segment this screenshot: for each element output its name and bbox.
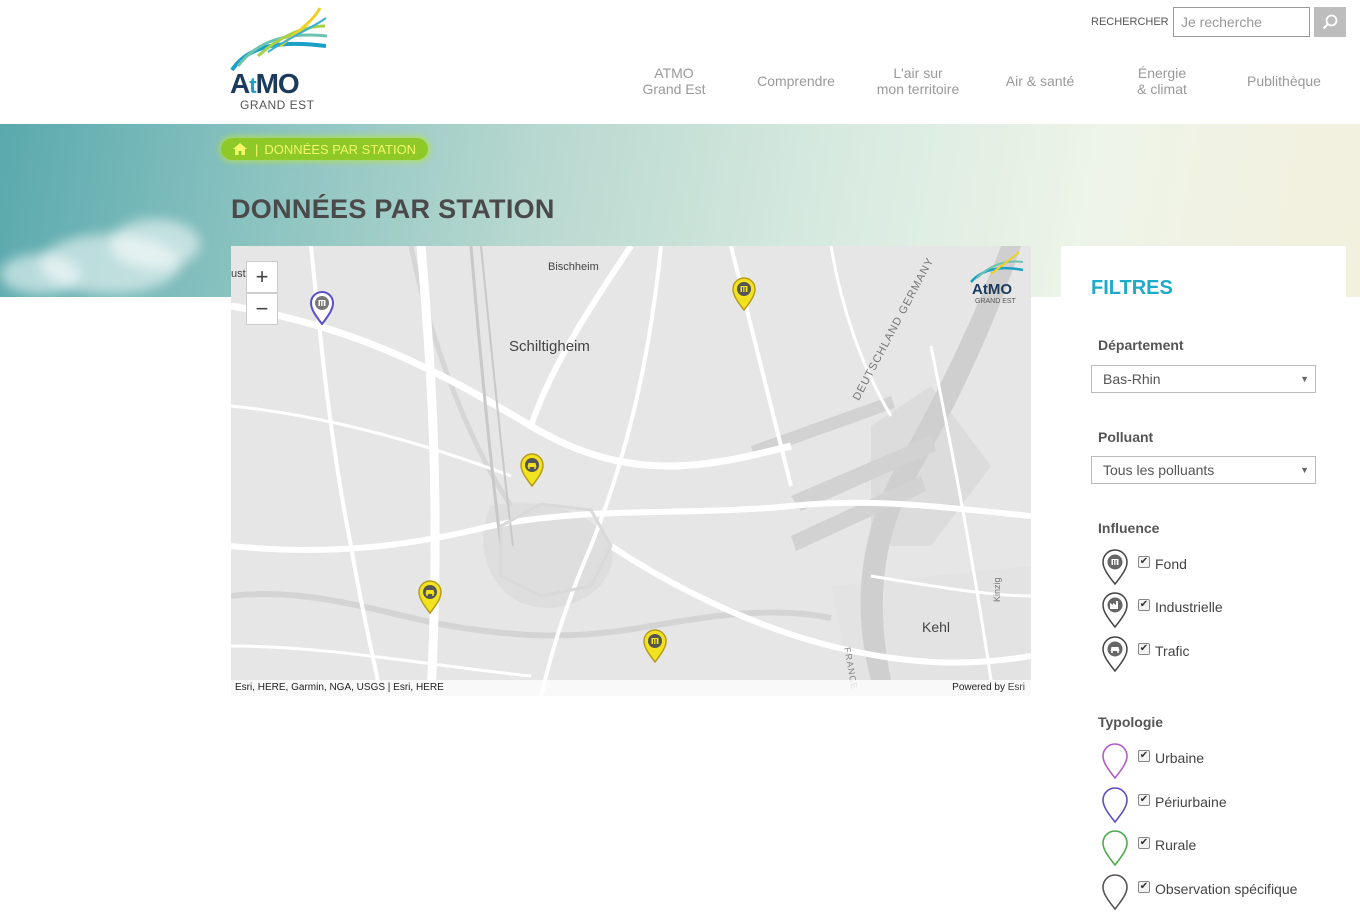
dropdown-arrow-icon: ▼ (1300, 374, 1309, 384)
car-pin-icon (1102, 636, 1128, 672)
station-pin-trafic-1[interactable] (519, 453, 545, 487)
station-pin-fond-1[interactable] (731, 277, 757, 311)
search-input[interactable] (1173, 7, 1310, 37)
zoom-in-button[interactable]: + (246, 261, 278, 293)
nav-air-territoire[interactable]: L'air sur mon territoire (868, 64, 968, 98)
station-pin-trafic-2[interactable] (417, 580, 443, 614)
departement-label: Département (1098, 337, 1184, 353)
search-label: RECHERCHER (1091, 16, 1169, 28)
typologie-observation-checkbox[interactable]: ✔ (1138, 881, 1150, 893)
dropdown-arrow-icon: ▼ (1300, 465, 1309, 475)
map-label-kehl: Kehl (922, 619, 951, 635)
departement-select[interactable]: Bas-Rhin ▼ (1091, 365, 1316, 393)
station-pin-fond-2[interactable] (642, 629, 668, 663)
site-header: AtMO GRAND EST RECHERCHER ATMOGrand Est … (0, 0, 1360, 124)
filters-panel: FILTRES Département Bas-Rhin ▼ Polluant … (1061, 246, 1346, 920)
building-pin-icon (1102, 549, 1128, 585)
map-pin-icon (1102, 743, 1128, 779)
nav-comprendre[interactable]: Comprendre (746, 64, 846, 98)
factory-pin-icon (1102, 592, 1128, 628)
nav-energie-climat[interactable]: Énergie & climat (1112, 64, 1212, 98)
influence-label: Influence (1098, 520, 1160, 536)
nav-atmo[interactable]: ATMO Grand Est (624, 64, 724, 98)
map-attribution: Esri, HERE, Garmin, NGA, USGS | Esri, HE… (231, 680, 1031, 696)
influence-fond-checkbox[interactable]: ✔ (1138, 556, 1150, 568)
influence-industrielle-checkbox[interactable]: ✔ (1138, 599, 1150, 611)
nav-publitheque[interactable]: Publithèque (1234, 64, 1334, 98)
typologie-periurbaine: ✔ Périurbaine (1101, 787, 1341, 823)
zoom-out-button[interactable]: − (246, 293, 278, 325)
typologie-urbaine-checkbox[interactable]: ✔ (1138, 750, 1150, 762)
map-basemap (231, 246, 1031, 696)
esri-link[interactable]: Esri (1008, 682, 1025, 693)
typologie-periurbaine-checkbox[interactable]: ✔ (1138, 794, 1150, 806)
logo-waves-icon (230, 7, 328, 72)
typologie-urbaine: ✔ Urbaine (1101, 743, 1341, 779)
polluant-label: Polluant (1098, 429, 1154, 445)
map-pin-icon (1102, 787, 1128, 823)
map-atmo-logo: AtMO GRAND EST (969, 250, 1025, 308)
home-icon[interactable] (233, 143, 247, 155)
typologie-rurale-checkbox[interactable]: ✔ (1138, 837, 1150, 849)
typologie-rurale: ✔ Rurale (1101, 830, 1341, 866)
station-pin-fond-periurbaine[interactable] (309, 291, 335, 325)
map-pin-icon (1102, 830, 1128, 866)
map-label-schiltigheim: Schiltigheim (509, 338, 590, 355)
map-pin-icon (1102, 874, 1128, 910)
breadcrumb: | DONNÉES PAR STATION (221, 138, 429, 160)
map-label-kinzig: Kinzig (992, 577, 1002, 602)
search-button[interactable] (1314, 7, 1346, 37)
influence-trafic: ✔ Trafic (1101, 636, 1341, 672)
page-title: DONNÉES PAR STATION (231, 194, 555, 224)
influence-fond: ✔ Fond (1101, 549, 1341, 585)
influence-industrielle: ✔ Industrielle (1101, 592, 1341, 628)
polluant-select[interactable]: Tous les polluants ▼ (1091, 456, 1316, 484)
map-label-cut: ust (231, 268, 246, 280)
nav-air-sante[interactable]: Air & santé (990, 64, 1090, 98)
logo-word: AtMO (230, 68, 300, 99)
breadcrumb-current: DONNÉES PAR STATION (264, 141, 417, 157)
influence-trafic-checkbox[interactable]: ✔ (1138, 643, 1150, 655)
search-icon (1322, 14, 1338, 30)
station-map[interactable]: ust Bischheim Schiltigheim Kehl DEUTSCHL… (231, 246, 1031, 696)
atmo-logo[interactable]: AtMO GRAND EST (228, 6, 332, 114)
typologie-observation: ✔ Observation spécifique (1101, 874, 1341, 910)
logo-subtitle: GRAND EST (240, 98, 315, 112)
filters-title: FILTRES (1091, 277, 1173, 299)
map-label-bischheim: Bischheim (548, 261, 599, 273)
typologie-label: Typologie (1098, 714, 1164, 730)
